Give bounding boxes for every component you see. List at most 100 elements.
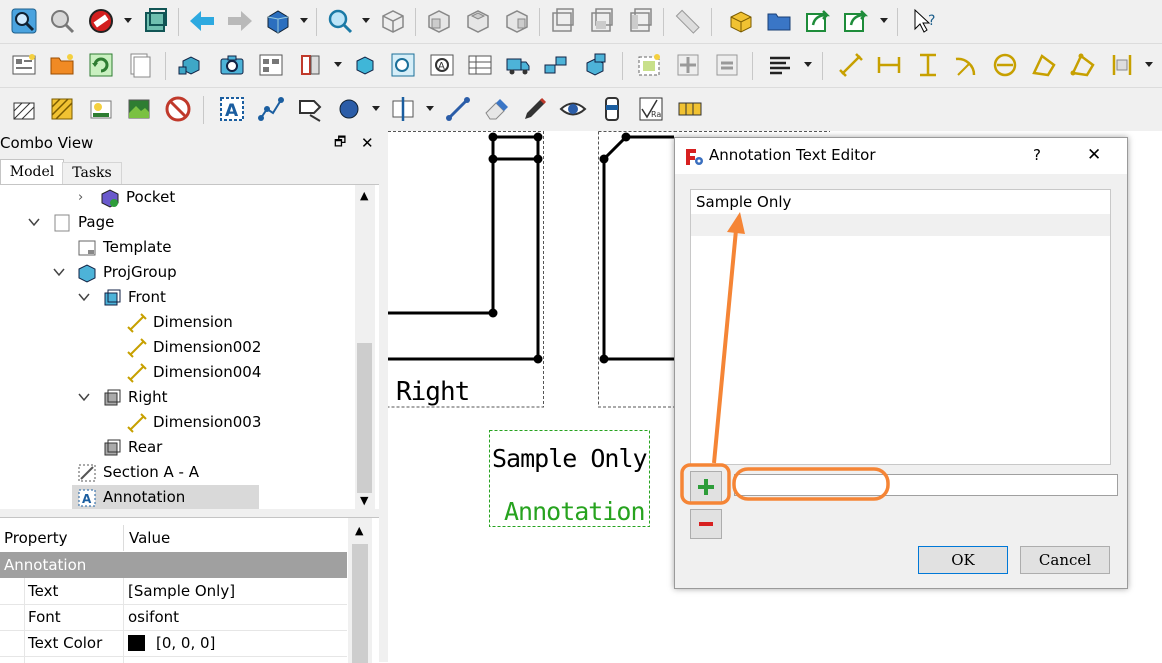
geom-hatch-icon[interactable] [47,94,77,124]
tab-tasks[interactable]: Tasks [62,162,122,185]
tree-item-dimension002[interactable]: Dimension002 [127,335,261,360]
horizontal-dimension-icon[interactable] [874,50,904,80]
remove-line-button[interactable] [690,509,722,539]
chevron-down-icon[interactable] [334,62,342,67]
annotation-icon[interactable]: A [217,94,247,124]
cosmetic-line-icon[interactable] [443,94,473,124]
help-button[interactable]: ? [1033,146,1041,164]
rich-annotation-icon[interactable] [295,94,325,124]
chevron-down-icon[interactable] [804,62,812,67]
left-view-icon[interactable] [626,6,656,36]
chevron-down-icon[interactable] [78,291,90,303]
tree-item-dimension003[interactable]: Dimension003 [127,410,261,435]
cosmetic-circle-icon[interactable] [334,94,364,124]
panel-splitter[interactable] [0,509,379,517]
close-icon[interactable]: ✕ [361,131,374,155]
property-row-text[interactable]: Text [Sample Only] [0,578,347,605]
image-icon[interactable] [86,94,116,124]
print-all-icon[interactable] [124,50,154,80]
text-lines-list[interactable]: Sample Only [690,189,1111,465]
part-icon[interactable] [726,6,756,36]
tree-item-pocket[interactable]: › Pocket [78,185,175,210]
chevron-down-icon[interactable] [300,18,308,23]
no-entry-icon[interactable] [86,6,116,36]
centerline-icon[interactable] [388,94,418,124]
symbol-icon[interactable] [580,50,610,80]
measure-icon[interactable] [672,6,702,36]
clip-group-icon[interactable] [541,50,571,80]
projection-group-icon[interactable] [256,50,286,80]
weld-symbol-icon[interactable] [597,94,627,124]
bottom-view-icon[interactable] [587,6,617,36]
scroll-up-icon[interactable]: ▲ [355,524,363,537]
chevron-down-icon[interactable] [362,18,370,23]
pen-icon[interactable] [520,94,550,124]
tree-item-rear[interactable]: Rear [102,435,162,460]
diameter-dimension-icon[interactable] [990,50,1020,80]
property-row-font[interactable]: Font osifont [0,604,347,631]
section-view-icon[interactable] [350,50,380,80]
whats-this-icon[interactable]: ? [910,6,940,36]
camera-icon[interactable] [217,50,247,80]
tree-item-right[interactable]: Right [78,385,168,410]
angle-dimension-icon[interactable] [1029,50,1059,80]
annotation-text-line2[interactable]: Annotation [504,497,646,526]
folder-icon[interactable] [764,6,794,36]
dock-splitter[interactable] [379,131,388,662]
tree-item-template[interactable]: Template [77,235,171,260]
tree-item-annotation[interactable]: A Annotation [72,485,259,510]
scrollbar-thumb[interactable] [352,544,368,663]
spreadsheet-view-icon[interactable] [465,50,495,80]
chevron-down-icon[interactable] [124,18,132,23]
surface-finish-icon[interactable]: Ra [636,94,666,124]
length-dimension-icon[interactable] [836,50,866,80]
remove-icon[interactable] [163,94,193,124]
rear-view-icon[interactable] [548,6,578,36]
std-views-icon[interactable] [263,6,293,36]
scroll-down-icon[interactable]: ▼ [360,494,368,507]
float-icon[interactable]: 🗗 [334,131,346,155]
front-view-icon[interactable] [424,6,454,36]
eye-icon[interactable] [558,94,588,124]
scrollbar-thumb[interactable] [357,343,372,493]
zoom-icon[interactable] [47,6,77,36]
toggle-frames-icon[interactable] [634,50,664,80]
isometric-icon[interactable] [378,6,408,36]
leader-line-icon[interactable] [256,94,286,124]
insert-view-icon[interactable] [176,50,206,80]
tree-item-dimension[interactable]: Dimension [127,310,233,335]
property-scrollbar[interactable]: ▲ [348,518,372,663]
tree-scrollbar[interactable]: ▲ ▼ [355,185,375,510]
chevron-down-icon[interactable] [53,266,65,278]
property-group-annotation[interactable]: Annotation [0,552,347,578]
tree-item-dimension004[interactable]: Dimension004 [127,360,261,385]
cancel-button[interactable]: Cancel [1020,546,1110,574]
link-sub-icon[interactable] [840,6,870,36]
back-arrow-icon[interactable] [187,6,217,36]
tree-item-front[interactable]: Front [78,285,166,310]
list-item-empty[interactable] [691,214,1110,236]
ok-button[interactable]: OK [918,546,1008,574]
detail-view-icon[interactable] [388,50,418,80]
tolerance-icon[interactable] [675,94,705,124]
annotation-text-line1[interactable]: Sample Only [492,444,648,473]
picture-icon[interactable] [124,94,154,124]
redraw-icon[interactable] [86,50,116,80]
chevron-down-icon[interactable] [880,18,888,23]
tree-item-page[interactable]: Page [28,210,114,235]
new-page-template-icon[interactable] [47,50,77,80]
chevron-down-icon[interactable] [28,216,40,228]
chevron-down-icon[interactable] [426,106,434,111]
tree-item-section[interactable]: Section A - A [77,460,199,485]
eraser-icon[interactable] [481,94,511,124]
right-view-icon[interactable] [502,6,532,36]
list-item[interactable]: Sample Only [691,190,1110,214]
draft-view-icon[interactable]: A [427,50,457,80]
tree-item-projgroup[interactable]: ProjGroup [53,260,177,285]
vertical-dimension-icon[interactable] [913,50,943,80]
cosmetic-vertex-icon[interactable] [712,50,742,80]
close-icon[interactable]: ✕ [1087,145,1101,165]
zoom-in-icon[interactable] [325,6,355,36]
hatch-icon[interactable] [9,94,39,124]
multi-view-icon[interactable] [296,50,326,80]
